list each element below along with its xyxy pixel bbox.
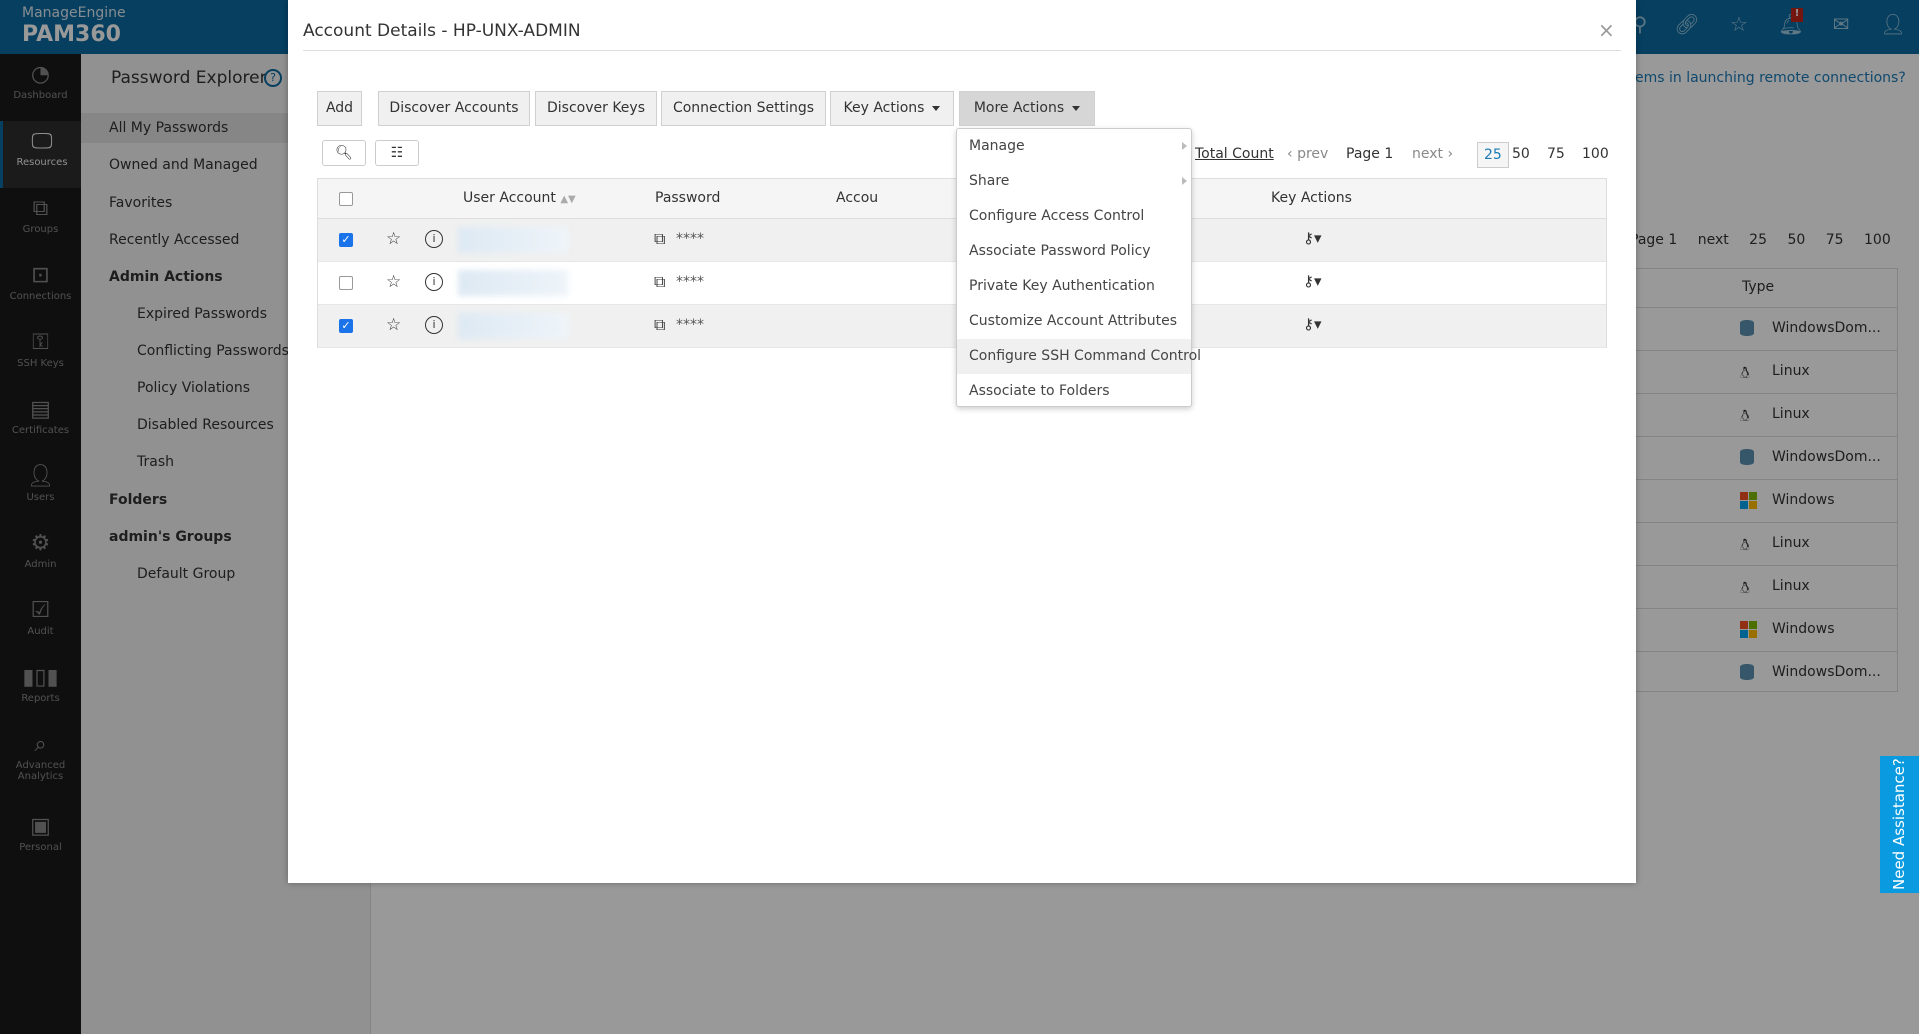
column-password: Password xyxy=(655,190,721,206)
user-account-redacted[interactable] xyxy=(458,313,568,339)
more-actions-menu: Manage Share Configure Access Control Assoc… xyxy=(956,128,1201,409)
key-actions-button[interactable]: Key Actions xyxy=(830,91,954,126)
copy-password-icon[interactable]: ⧉ xyxy=(654,272,665,292)
user-account-redacted[interactable] xyxy=(458,270,568,296)
select-all-checkbox[interactable] xyxy=(339,192,353,206)
need-assistance-tab[interactable]: Need Assistance? xyxy=(1880,756,1919,893)
next-link[interactable]: next › xyxy=(1412,146,1453,162)
menu-item-label: Configure Access Control xyxy=(969,208,1145,224)
menu-item-associate-to-folders[interactable]: Associate to Folders xyxy=(957,374,1191,409)
user-account-redacted[interactable] xyxy=(458,227,568,253)
caret-down-icon xyxy=(932,105,941,111)
column-user-account[interactable]: User Account ▲▼ xyxy=(463,190,576,206)
caret-down-icon xyxy=(1072,105,1081,111)
list-icon: ☷ xyxy=(390,145,404,161)
menu-item-label: Manage xyxy=(969,138,1025,154)
copy-password-icon[interactable]: ⧉ xyxy=(654,229,665,249)
row-checkbox[interactable] xyxy=(339,276,353,290)
copy-password-icon[interactable]: ⧉ xyxy=(654,315,665,335)
info-icon[interactable]: i xyxy=(425,316,443,334)
prev-label: prev xyxy=(1297,146,1329,162)
menu-item-share[interactable]: Share xyxy=(957,164,1191,199)
menu-item-label: Configure SSH Command Control xyxy=(969,348,1202,364)
menu-item-private-key-authentication[interactable]: Private Key Authentication xyxy=(957,269,1191,304)
key-actions-label: Key Actions xyxy=(843,100,925,116)
page-size-100[interactable]: 100 xyxy=(1582,146,1609,162)
info-icon[interactable]: i xyxy=(425,273,443,291)
column-chooser-button[interactable]: ☷ xyxy=(375,140,419,166)
password-value[interactable]: **** xyxy=(676,274,704,290)
menu-item-configure-ssh-command-control[interactable]: Configure SSH Command Control xyxy=(957,339,1201,374)
account-details-modal: Account Details - HP-UNX-ADMIN × Add Dis… xyxy=(288,0,1636,883)
page-size-75[interactable]: 75 xyxy=(1547,146,1565,162)
prev-link[interactable]: ‹ prev xyxy=(1287,146,1328,162)
connection-settings-button[interactable]: Connection Settings xyxy=(661,91,826,126)
menu-item-label: Private Key Authentication xyxy=(969,278,1155,294)
more-actions-button[interactable]: More Actions xyxy=(959,91,1095,126)
key-actions-icon[interactable]: ⚷▾ xyxy=(1303,272,1322,290)
menu-item-label: Share xyxy=(969,173,1010,189)
discover-keys-button[interactable]: Discover Keys xyxy=(535,91,657,126)
menu-item-label: Associate Password Policy xyxy=(969,243,1151,259)
menu-item-manage[interactable]: Manage xyxy=(957,129,1191,164)
favorite-star-icon[interactable]: ☆ xyxy=(386,315,401,335)
sort-icon: ▲▼ xyxy=(560,194,576,205)
page-size-25[interactable]: 25 xyxy=(1477,142,1509,168)
key-actions-icon[interactable]: ⚷▾ xyxy=(1303,229,1322,247)
favorite-star-icon[interactable]: ☆ xyxy=(386,272,401,292)
menu-item-associate-password-policy[interactable]: Associate Password Policy xyxy=(957,234,1191,269)
divider xyxy=(303,50,1621,51)
discover-accounts-button[interactable]: Discover Accounts xyxy=(378,91,530,126)
row-checkbox[interactable]: ✓ xyxy=(339,319,353,333)
user-account-label: User Account xyxy=(463,190,556,206)
password-value[interactable]: **** xyxy=(676,231,704,247)
add-button[interactable]: Add xyxy=(317,91,362,126)
total-count-link[interactable]: Total Count xyxy=(1195,146,1274,162)
favorite-star-icon[interactable]: ☆ xyxy=(386,229,401,249)
menu-item-label: Associate to Folders xyxy=(969,383,1110,399)
info-icon[interactable]: i xyxy=(425,230,443,248)
menu-item-customize-account-attributes[interactable]: Customize Account Attributes xyxy=(957,304,1191,339)
submenu-arrow-icon xyxy=(1182,142,1187,150)
search-button[interactable]: 🔍︎ xyxy=(322,140,366,166)
column-account: Accou xyxy=(836,190,879,206)
more-actions-label: More Actions xyxy=(973,100,1065,116)
menu-item-configure-access-control[interactable]: Configure Access Control xyxy=(957,199,1191,234)
menu-item-label: Customize Account Attributes xyxy=(969,313,1178,329)
row-checkbox[interactable]: ✓ xyxy=(339,233,353,247)
modal-title: Account Details - HP-UNX-ADMIN xyxy=(303,21,581,41)
password-value[interactable]: **** xyxy=(676,317,704,333)
key-actions-icon[interactable]: ⚷▾ xyxy=(1303,315,1322,333)
page-size-50[interactable]: 50 xyxy=(1512,146,1530,162)
close-icon[interactable]: × xyxy=(1598,18,1615,42)
next-label: next xyxy=(1412,146,1444,162)
page-label: Page 1 xyxy=(1346,146,1394,162)
submenu-arrow-icon xyxy=(1182,177,1187,185)
search-icon: 🔍︎ xyxy=(335,145,353,161)
column-key-actions: Key Actions xyxy=(1271,190,1352,206)
